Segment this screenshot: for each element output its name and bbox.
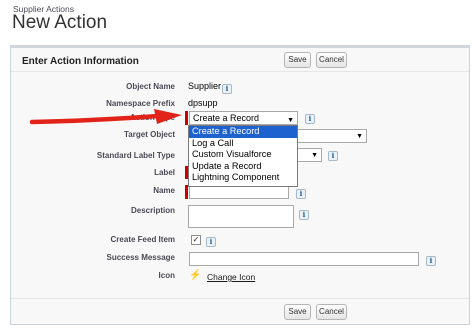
action-type-selected-value: Create a Record [193, 113, 260, 123]
required-indicator [185, 185, 188, 199]
save-button-bottom[interactable]: Save [284, 304, 311, 320]
object-name-label: Object Name [126, 82, 175, 91]
create-feed-item-label: Create Feed Item [110, 235, 175, 244]
action-type-select[interactable]: Create a Record ▼ [189, 111, 298, 125]
info-icon[interactable]: i [206, 237, 216, 247]
name-field-label: Name [153, 186, 175, 195]
info-icon[interactable]: i [222, 84, 232, 94]
description-label: Description [130, 206, 175, 215]
label-field-label: Label [154, 168, 175, 177]
cancel-button[interactable]: Cancel [316, 52, 347, 68]
lightning-bolt-icon: ⚡ [189, 270, 202, 281]
info-icon[interactable]: i [328, 151, 338, 161]
change-icon-link[interactable]: Change Icon [207, 272, 255, 282]
success-message-input[interactable] [189, 252, 419, 266]
panel-header: Enter Action Information Save Cancel [11, 48, 469, 72]
success-message-label: Success Message [106, 253, 176, 262]
name-input[interactable] [189, 185, 289, 199]
info-icon[interactable]: i [299, 210, 309, 220]
dropdown-option-custom-visualforce[interactable]: Custom Visualforce [189, 149, 297, 161]
target-object-label: Target Object [124, 130, 175, 139]
object-name-value: Supplier [188, 81, 222, 91]
panel-title: Enter Action Information [22, 56, 139, 67]
page-title: New Action [12, 12, 108, 33]
panel-footer: Save Cancel [11, 298, 469, 324]
save-button[interactable]: Save [284, 52, 311, 68]
info-icon[interactable]: i [296, 189, 306, 199]
namespace-prefix-value: dpsupp [188, 98, 218, 108]
dropdown-option-lightning-component[interactable]: Lightning Component [189, 172, 297, 184]
cancel-button-bottom[interactable]: Cancel [316, 304, 347, 320]
dropdown-option-update-record[interactable]: Update a Record [189, 161, 297, 173]
info-icon[interactable]: i [305, 114, 315, 124]
description-textarea[interactable] [188, 205, 294, 228]
create-feed-item-checkbox[interactable]: ✓ [191, 235, 201, 245]
action-type-dropdown-list: Create a Record Log a Call Custom Visual… [188, 125, 298, 187]
icon-field-label: Icon [158, 271, 175, 280]
chevron-down-icon: ▼ [311, 152, 318, 159]
standard-label-type-label: Standard Label Type [96, 151, 175, 160]
dropdown-option-log-call[interactable]: Log a Call [189, 138, 297, 150]
dropdown-option-create-record[interactable]: Create a Record [189, 126, 297, 138]
chevron-down-icon: ▼ [356, 133, 363, 140]
info-icon[interactable]: i [426, 256, 436, 266]
red-arrow-annotation [30, 109, 182, 125]
